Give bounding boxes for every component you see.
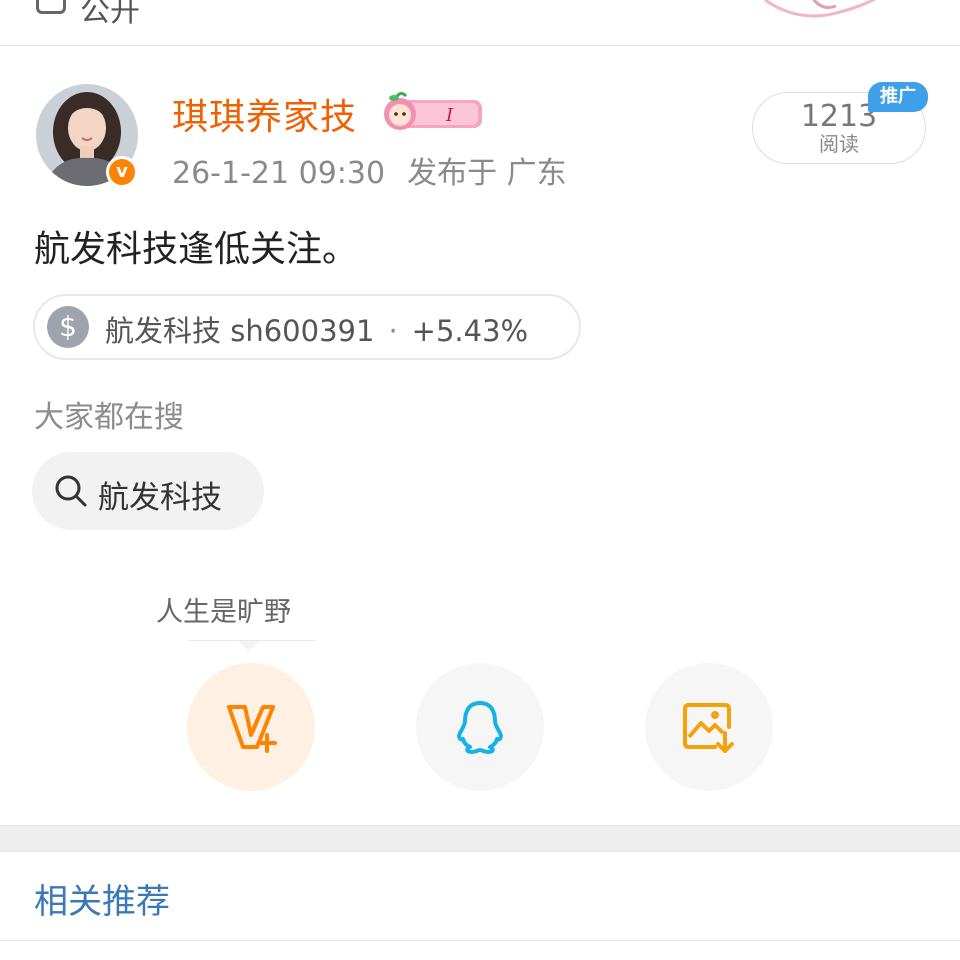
stock-name: 航发科技 [105,314,222,348]
bottom-divider [0,940,960,941]
decor-sticker-icon [764,0,877,18]
post-content: 航发科技逢低关注。 [34,229,359,270]
share-tooltip: 人生是旷野 [156,597,291,628]
badge-letter: I [445,105,454,126]
member-badge-icon[interactable]: I [380,92,484,132]
visibility-label: 公开 [80,0,140,29]
stock-text: 航发科技 sh600391 · +5.43% [105,308,528,350]
trending-search-label: 航发科技 [98,480,222,516]
stock-code: sh600391 [230,314,375,348]
save-image-icon [683,703,734,753]
dollar-icon: $ [47,306,89,348]
section-divider [0,825,960,852]
qq-icon [457,701,503,754]
trending-search-title: 大家都在搜 [34,400,184,435]
post-meta: 26-1-21 09:30 发布于 广东 [172,148,567,192]
verified-badge-icon: v [106,156,138,188]
related-recommendations-title[interactable]: 相关推荐 [34,874,170,923]
save-image-button[interactable] [645,663,773,791]
follow-v-plus-icon [227,705,277,753]
post-timestamp: 26-1-21 09:30 [172,156,386,191]
username[interactable]: 琪琪养家技 [172,88,357,140]
read-label: 阅读 [819,132,859,156]
trending-search-chip[interactable]: 航发科技 [32,452,264,530]
search-icon [55,475,87,507]
follow-button[interactable] [187,663,315,791]
stock-change: +5.43% [411,314,529,348]
tooltip-arrow [238,641,260,651]
promote-tag[interactable]: 推广 [868,82,928,112]
post-location: 发布于 广东 [407,156,567,191]
stock-chip[interactable]: $ 航发科技 sh600391 · +5.43% [33,294,581,360]
stock-separator: · [388,314,398,348]
share-qq-button[interactable] [416,663,544,791]
checkbox-icon[interactable] [36,0,66,14]
